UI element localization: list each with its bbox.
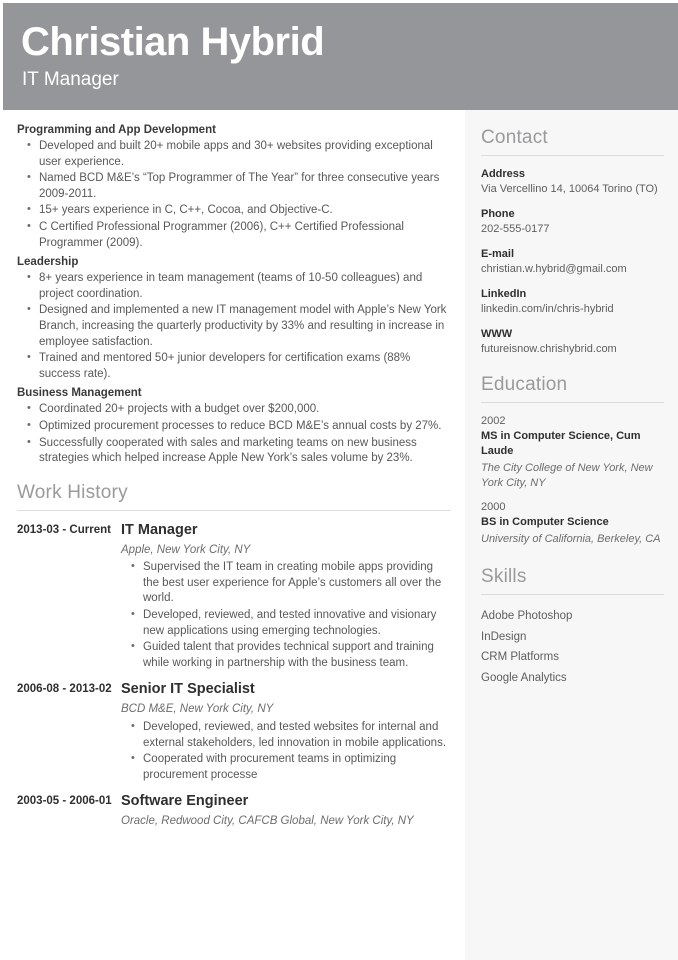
contact-field-label: E-mail [481, 248, 515, 260]
job-title: IT Manager [121, 521, 198, 538]
skills-heading: Skills [481, 566, 527, 587]
job-company: Oracle, Redwood City, CAFCB Global, New … [121, 815, 414, 828]
contact-field-value[interactable]: futureisnow.chrishybrid.com [481, 342, 664, 357]
contact-field-phone: Phone 202-555-0177 [481, 207, 664, 237]
summary-group-heading: Programming and App Development [17, 124, 216, 136]
summary-bullet: Optimized procurement processes to reduc… [27, 418, 451, 435]
job-details: IT Manager Apple, New York City, NY Supe… [121, 521, 451, 675]
contact-field-label: Address [481, 168, 526, 180]
job-bullet: Guided talent that provides technical su… [131, 639, 451, 671]
education-year: 2000 [481, 501, 506, 513]
skill-item: Adobe Photoshop [481, 610, 573, 622]
sidebar-column: Contact Address Via Vercellino 14, 10064… [465, 110, 678, 960]
summary-group: Programming and App Development Develope… [17, 122, 451, 251]
contact-section: Contact Address Via Vercellino 14, 10064… [481, 126, 664, 357]
work-history-heading: Work History [17, 481, 128, 503]
education-divider [481, 402, 664, 403]
summary-bullet: Coordinated 20+ projects with a budget o… [27, 401, 451, 418]
contact-field-value: Via Vercellino 14, 10064 Torino (TO) [481, 183, 658, 195]
job-bullet: Developed, reviewed, and tested websites… [131, 719, 451, 751]
candidate-name: Christian Hybrid [21, 20, 325, 64]
candidate-job-title: IT Manager [22, 69, 119, 90]
summary-group: Leadership 8+ years experience in team m… [17, 254, 451, 382]
contact-field-email: E-mail christian.w.hybrid@gmail.com [481, 247, 664, 277]
summary-group: Business Management Coordinated 20+ proj… [17, 385, 451, 466]
summary-bullet: Named BCD M&E’s “Top Programmer of The Y… [27, 170, 451, 202]
summary-bullet-list: Coordinated 20+ projects with a budget o… [17, 401, 451, 467]
job-bullet-list: Developed, reviewed, and tested websites… [121, 719, 451, 783]
work-history-entry: 2013-03 - Current IT Manager Apple, New … [17, 521, 451, 675]
job-bullet: Cooperated with procurement teams in opt… [131, 751, 451, 783]
job-bullet-list: Supervised the IT team in creating mobil… [121, 559, 451, 671]
contact-field-linkedin: LinkedIn linkedin.com/in/chris-hybrid [481, 287, 664, 317]
contact-field-label: LinkedIn [481, 288, 527, 300]
contact-field-value[interactable]: christian.w.hybrid@gmail.com [481, 262, 664, 277]
job-company: BCD M&E, New York City, NY [121, 703, 274, 716]
work-history-section: Work History 2013-03 - Current IT Manage… [17, 481, 451, 832]
job-dates: 2013-03 - Current [17, 523, 111, 536]
contact-field-address: Address Via Vercellino 14, 10064 Torino … [481, 167, 664, 197]
contact-divider [481, 155, 664, 156]
skills-divider [481, 594, 664, 595]
job-bullet: Developed, reviewed, and tested innovati… [131, 607, 451, 639]
resume-body: Programming and App Development Develope… [3, 110, 678, 960]
summary-bullet: 15+ years experience in C, C++, Cocoa, a… [27, 202, 451, 219]
contact-field-value: 202-555-0177 [481, 223, 550, 235]
summary-bullet: 8+ years experience in team management (… [27, 270, 451, 302]
education-school: The City College of New York, New York C… [481, 462, 653, 489]
education-entry: 2002 MS in Computer Science, Cum Laude T… [481, 414, 664, 491]
skill-item: CRM Platforms [481, 651, 559, 663]
contact-heading: Contact [481, 127, 548, 148]
job-dates: 2006-08 - 2013-02 [17, 683, 112, 696]
job-details: Senior IT Specialist BCD M&E, New York C… [121, 680, 451, 786]
job-details: Software Engineer Oracle, Redwood City, … [121, 792, 451, 832]
summary-group-heading: Business Management [17, 387, 142, 400]
contact-field-label: WWW [481, 328, 513, 340]
work-history-entry: 2003-05 - 2006-01 Software Engineer Orac… [17, 792, 451, 832]
summary-bullet-list: 8+ years experience in team management (… [17, 270, 451, 382]
summary-bullet-list: Developed and built 20+ mobile apps and … [17, 138, 451, 251]
resume-page: Christian Hybrid IT Manager Programming … [0, 0, 678, 960]
summary-bullet: Successfully cooperated with sales and m… [27, 434, 451, 467]
contact-field-www: WWW futureisnow.chrishybrid.com [481, 327, 664, 357]
education-heading: Education [481, 374, 568, 395]
education-degree: BS in Computer Science [481, 516, 609, 528]
job-title: Software Engineer [121, 793, 249, 810]
education-school: University of California, Berkeley, CA [481, 533, 661, 545]
education-entry: 2000 BS in Computer Science University o… [481, 500, 664, 547]
summary-bullet: C Certified Professional Programmer (200… [27, 219, 451, 251]
education-degree: MS in Computer Science, Cum Laude [481, 430, 641, 457]
work-history-divider [17, 509, 451, 511]
contact-field-label: Phone [481, 208, 515, 220]
skill-item: Google Analytics [481, 671, 567, 684]
resume-header: Christian Hybrid IT Manager [3, 3, 678, 110]
summary-section: Programming and App Development Develope… [17, 122, 451, 467]
job-dates: 2003-05 - 2006-01 [17, 795, 112, 808]
summary-bullet: Designed and implemented a new IT manage… [27, 302, 451, 350]
work-history-entry: 2006-08 - 2013-02 Senior IT Specialist B… [17, 680, 451, 786]
skills-section: Skills Adobe Photoshop InDesign CRM Plat… [481, 565, 664, 688]
contact-field-value[interactable]: linkedin.com/in/chris-hybrid [481, 302, 664, 317]
education-year: 2002 [481, 415, 506, 427]
education-section: Education 2002 MS in Computer Science, C… [481, 373, 664, 547]
job-company: Apple, New York City, NY [121, 543, 251, 556]
skill-item: InDesign [481, 630, 527, 643]
job-title: Senior IT Specialist [121, 681, 255, 698]
summary-group-heading: Leadership [17, 256, 79, 269]
main-column: Programming and App Development Develope… [3, 110, 465, 960]
job-bullet: Supervised the IT team in creating mobil… [131, 559, 451, 607]
summary-bullet: Trained and mentored 50+ junior develope… [27, 350, 451, 382]
summary-bullet: Developed and built 20+ mobile apps and … [27, 138, 451, 170]
